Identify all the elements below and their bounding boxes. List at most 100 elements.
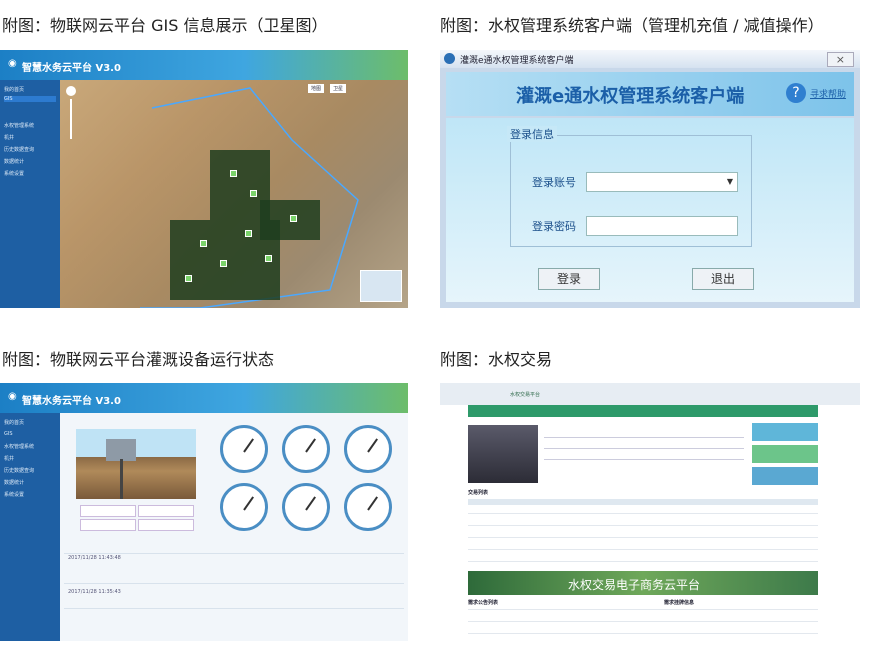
client-screenshot: 灌溉e通水权管理系统客户端 × 灌溉e通水权管理系统客户端 ? 寻求帮助 登录信…: [440, 50, 860, 308]
sidebar-item-history[interactable]: 历史数据查询: [4, 467, 34, 474]
login-section-title: 登录信息: [507, 126, 557, 142]
gauge: [282, 425, 330, 473]
device-marker[interactable]: [250, 190, 257, 197]
gauge: [282, 483, 330, 531]
window-titlebar: 灌溉e通水权管理系统客户端 ×: [440, 50, 860, 68]
sidebar-item-stats[interactable]: 数据统计: [4, 158, 24, 165]
pump-house: [106, 439, 136, 461]
help-icon[interactable]: ?: [786, 83, 806, 103]
status-screenshot: ◉ 智慧水务云平台 V3.0 我的首页 GIS 水权管理系统 机井 历史数据查询…: [0, 383, 408, 641]
side-button[interactable]: [752, 423, 818, 441]
status-header: ◉ 智慧水务云平台 V3.0: [0, 383, 408, 413]
caption-status: 附图：物联网云平台灌溉设备运行状态: [2, 350, 275, 369]
table-row: [468, 549, 818, 550]
sidebar-item-home[interactable]: 我的首页: [4, 419, 24, 426]
help-link[interactable]: 寻求帮助: [810, 87, 846, 100]
device-marker[interactable]: [245, 230, 252, 237]
sidebar-item-home[interactable]: 我的首页: [4, 86, 24, 93]
table-row: [468, 609, 818, 610]
control-button[interactable]: [80, 505, 136, 517]
banner-title: 灌溉e通水权管理系统客户端: [516, 86, 745, 107]
record-time: 2017/11/28 11:35:43: [68, 589, 121, 595]
device-marker[interactable]: [290, 215, 297, 222]
row-divider: [64, 608, 404, 609]
trade-page: [440, 383, 860, 641]
sidebar-item-gis[interactable]: GIS: [4, 431, 13, 437]
control-buttons: [76, 503, 196, 533]
client-banner: 灌溉e通水权管理系统客户端 ? 寻求帮助: [446, 72, 854, 116]
gauge: [344, 425, 392, 473]
login-button[interactable]: 登录: [538, 268, 600, 290]
table-row: [468, 499, 818, 505]
side-button[interactable]: [752, 467, 818, 485]
zoom-control[interactable]: [66, 86, 76, 146]
password-label: 登录密码: [532, 220, 576, 233]
sidebar-item-gis[interactable]: GIS: [4, 96, 56, 102]
gauge: [220, 483, 268, 531]
sidebar-item-water-rights[interactable]: 水权管理系统: [4, 443, 34, 450]
well-pipe: [120, 459, 123, 499]
gauge: [220, 425, 268, 473]
row-divider: [64, 583, 404, 584]
zoom-slider[interactable]: [70, 99, 72, 139]
record-time: 2017/11/28 11:43:48: [68, 555, 121, 561]
account-label: 登录账号: [532, 176, 576, 189]
side-button[interactable]: [752, 445, 818, 463]
news-item[interactable]: [544, 459, 744, 460]
window-title: 灌溉e通水权管理系统客户端: [460, 56, 574, 66]
table-row: [468, 633, 818, 634]
section-title: 需求挂牌信息: [664, 600, 695, 606]
logo-icon: ◉: [8, 58, 17, 69]
sidebar-item-wells[interactable]: 机井: [4, 455, 14, 462]
gauge: [344, 483, 392, 531]
gis-header: ◉ 智慧水务云平台 V3.0: [0, 50, 408, 80]
status-main: 2017/11/28 11:43:48 2017/11/28 11:35:43: [60, 413, 408, 641]
sidebar-item-settings[interactable]: 系统设置: [4, 170, 24, 177]
news-image: [468, 425, 538, 483]
device-marker[interactable]: [220, 260, 227, 267]
site-title: 水权交易平台: [510, 392, 541, 398]
news-list: [544, 425, 744, 483]
table-row: [468, 537, 818, 538]
table-row: [468, 525, 818, 526]
satellite-type-button[interactable]: 卫星: [330, 84, 347, 93]
logo-icon: ◉: [8, 391, 17, 402]
close-button[interactable]: ×: [826, 52, 854, 67]
section-title: 需求公告列表: [468, 600, 499, 606]
exit-button[interactable]: 退出: [692, 268, 754, 290]
device-marker[interactable]: [265, 255, 272, 262]
table-row: [468, 621, 818, 622]
control-button[interactable]: [138, 505, 194, 517]
password-field[interactable]: [586, 216, 738, 236]
chevron-down-icon[interactable]: ▼: [727, 177, 733, 186]
gis-screenshot: ◉ 智慧水务云平台 V3.0 我的首页 GIS 水权管理系统 机井 历史数据查询…: [0, 50, 408, 308]
sidebar-item-history[interactable]: 历史数据查询: [4, 146, 34, 153]
device-marker[interactable]: [185, 275, 192, 282]
zoom-in-icon[interactable]: [66, 86, 76, 96]
control-button[interactable]: [80, 519, 136, 531]
caption-gis: 附图：物联网云平台 GIS 信息展示（卫星图）: [2, 16, 328, 35]
news-item[interactable]: [544, 437, 744, 438]
trade-banner: 水权交易电子商务云平台: [468, 571, 818, 595]
control-button[interactable]: [138, 519, 194, 531]
sidebar-item-settings[interactable]: 系统设置: [4, 491, 24, 498]
device-marker[interactable]: [230, 170, 237, 177]
device-marker[interactable]: [200, 240, 207, 247]
gis-sidebar: 我的首页 GIS 水权管理系统 机井 历史数据查询 数据统计 系统设置: [0, 80, 60, 308]
map-type-button[interactable]: 地图: [308, 84, 325, 93]
trade-nav[interactable]: [468, 405, 818, 417]
sidebar-item-water-rights[interactable]: 水权管理系统: [4, 122, 34, 129]
app-title: 智慧水务云平台 V3.0: [22, 63, 121, 74]
overview-minimap[interactable]: [360, 270, 402, 302]
satellite-map[interactable]: 地图 卫星: [60, 80, 408, 308]
banner-text: 水权交易电子商务云平台: [568, 578, 701, 592]
table-row: [468, 513, 818, 514]
sidebar-item-wells[interactable]: 机井: [4, 134, 14, 141]
sidebar-item-stats[interactable]: 数据统计: [4, 479, 24, 486]
news-item[interactable]: [544, 448, 744, 449]
account-select[interactable]: ▼: [586, 172, 738, 192]
row-divider: [64, 553, 404, 554]
trade-screenshot: 水权交易平台 交易列表 水权交易电子商务云平台 需求公告列表 需求挂牌信息: [440, 383, 860, 641]
app-icon: [444, 53, 455, 64]
trade-topbar: 水权交易平台: [440, 383, 860, 405]
